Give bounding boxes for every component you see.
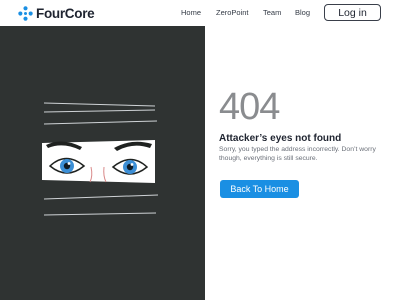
brand-name: FourCore [36, 5, 95, 21]
error-code: 404 [219, 86, 280, 128]
login-button[interactable]: Log in [324, 4, 381, 21]
eyes-peeking-through-blinds-icon [42, 102, 159, 216]
blind-slat [43, 194, 159, 200]
nav-link-blog[interactable]: Blog [295, 8, 310, 17]
top-navbar: FourCore Home ZeroPoint Team Blog Log in [0, 0, 400, 26]
blind-slat [43, 212, 157, 216]
left-eye-highlight [67, 162, 71, 165]
illustration-panel [0, 26, 205, 300]
error-content-panel [205, 26, 400, 300]
blind-slat [43, 102, 156, 107]
nav-link-zeropoint[interactable]: ZeroPoint [216, 8, 249, 17]
right-eye-highlight [130, 163, 134, 166]
nav-link-team[interactable]: Team [263, 8, 281, 17]
brand-logo[interactable]: FourCore [18, 4, 95, 22]
blind-slat [43, 109, 156, 113]
nav-link-home[interactable]: Home [181, 8, 201, 17]
diamond-dots-icon [18, 5, 33, 21]
error-message: Sorry, you typed the address incorrectly… [219, 146, 376, 162]
error-heading: Attacker’s eyes not found [219, 133, 342, 144]
back-to-home-button[interactable]: Back To Home [220, 180, 299, 198]
blind-slat [43, 120, 158, 125]
